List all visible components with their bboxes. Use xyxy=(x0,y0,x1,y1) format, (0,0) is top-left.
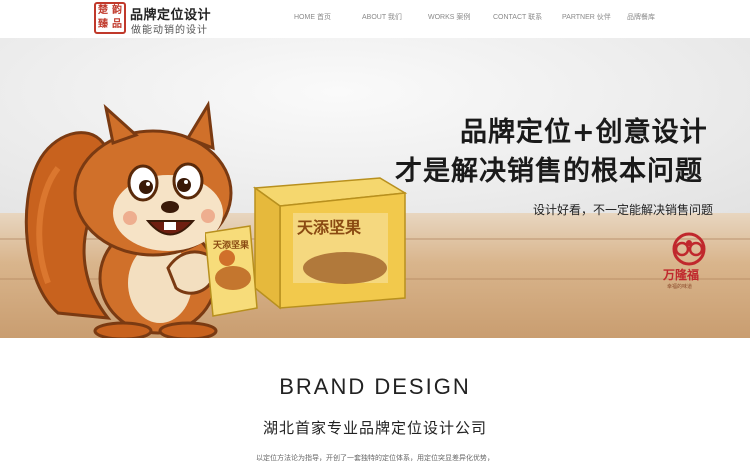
company-description: 以定位方法论为指导，开创了一套独特的定位体系，用定位突显差异化优势， xyxy=(256,454,494,462)
logo-seal[interactable]: 楚 韵 臻 品 xyxy=(94,2,126,34)
banner-headline-1: 品牌定位+创意设计 xyxy=(460,117,708,148)
nav-item-contact[interactable]: CONTACT 联系 xyxy=(493,0,542,36)
logo-seal-char: 臻 xyxy=(98,19,108,30)
site-header: 楚 韵 臻 品 品牌定位设计 做能动销的设计 HOME 首页 ABOUT 我们 … xyxy=(0,0,750,38)
svg-text:天添坚果: 天添坚果 xyxy=(297,218,361,237)
client-brand-name: 万隆福 xyxy=(663,268,700,282)
nav-item-partner[interactable]: PARTNER 伙伴 xyxy=(562,0,611,36)
nav-item-about[interactable]: ABOUT 我们 xyxy=(362,0,402,36)
banner-headline-2: 才是解决销售的根本问题 xyxy=(395,156,703,187)
svg-text:天添坚果: 天添坚果 xyxy=(213,239,250,251)
hero-banner[interactable]: 天添坚果 天添坚果 品牌定位+创意设计 才是解决销售的根本问题 设计好看，不一定… xyxy=(0,38,750,338)
nav-item-home[interactable]: HOME 首页 xyxy=(294,0,331,36)
logo-seal-char: 楚 xyxy=(98,5,108,16)
banner-tagline: 设计好看，不一定能解决销售问题 xyxy=(533,203,714,217)
logo-seal-char: 品 xyxy=(112,19,122,30)
logo-subtitle: 做能动销的设计 xyxy=(131,25,208,36)
client-brand-logo-icon xyxy=(672,232,706,266)
logo-seal-char: 韵 xyxy=(112,5,122,16)
nut-gift-box-illustration: 天添坚果 天添坚果 xyxy=(205,177,408,317)
section-title: BRAND DESIGN xyxy=(279,374,471,399)
company-tagline: 湖北首家专业品牌定位设计公司 xyxy=(262,419,487,437)
nav-item-brand-library[interactable]: 品牌餐库 xyxy=(627,0,655,36)
nav-item-works[interactable]: WORKS 案例 xyxy=(428,0,470,36)
client-brand-slogan: 幸福的味道 xyxy=(667,284,693,290)
